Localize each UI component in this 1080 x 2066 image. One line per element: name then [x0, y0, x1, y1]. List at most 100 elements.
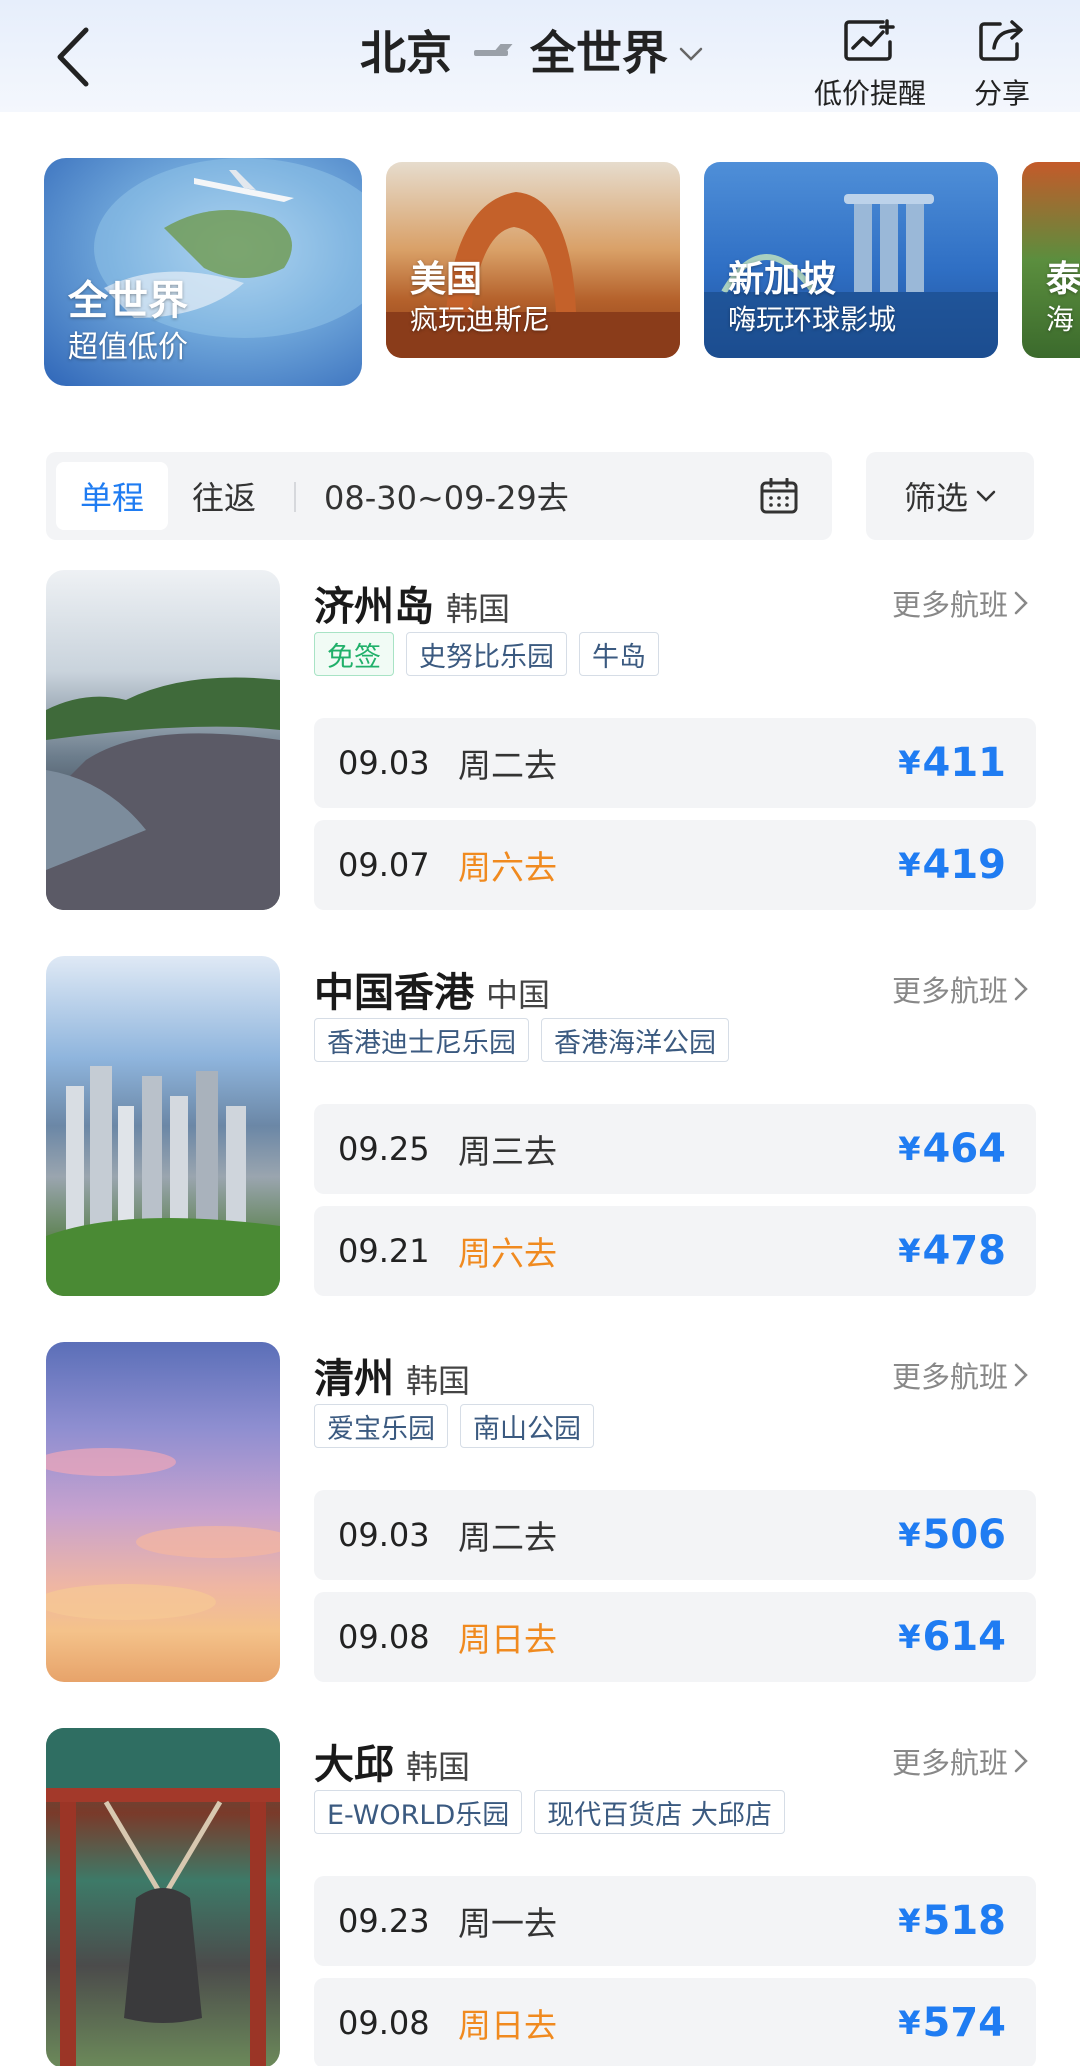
flight-price: ¥506	[898, 1490, 1006, 1580]
destination-title: 大邱 韩国	[314, 1732, 470, 1790]
flight-price: ¥419	[898, 820, 1006, 910]
chevron-right-icon	[1014, 1363, 1028, 1387]
destination-title: 中国香港 中国	[314, 960, 550, 1018]
flight-date: 09.03	[338, 744, 430, 782]
attraction-tag: 现代百货店 大邱店	[534, 1790, 785, 1834]
destination-card[interactable]: 清州 韩国 更多航班 爱宝乐园 南山公园 09.03 周二去 ¥506 09.08…	[46, 1342, 1036, 1682]
visa-free-tag: 免签	[314, 632, 394, 676]
tag-list: 爱宝乐园 南山公园	[314, 1404, 594, 1448]
flight-option[interactable]: 09.03 周二去 ¥411	[314, 718, 1036, 808]
banner-card-thailand[interactable]: 泰 海	[1022, 162, 1080, 358]
filter-button[interactable]: 筛选	[866, 452, 1034, 540]
banner-title: 全世界	[68, 278, 188, 324]
share-label: 分享	[974, 77, 1031, 110]
destination-photo	[46, 1342, 280, 1682]
price-value: 411	[922, 740, 1007, 786]
flight-option[interactable]: 09.07 周六去 ¥419	[314, 820, 1036, 910]
currency-symbol: ¥	[898, 744, 921, 782]
more-flights-label: 更多航班	[891, 974, 1008, 1008]
tab-round-trip[interactable]: 往返	[192, 462, 256, 530]
more-flights-link[interactable]: 更多航班	[892, 1354, 1028, 1396]
filter-label: 筛选	[903, 479, 968, 517]
chevron-right-icon	[1014, 977, 1028, 1001]
flight-date: 09.03	[338, 1516, 430, 1554]
destination-card[interactable]: 大邱 韩国 更多航班 E-WORLD乐园 现代百货店 大邱店 09.23 周一去 …	[46, 1728, 1036, 2066]
flight-weekday: 周六去	[458, 848, 557, 887]
banner-card-usa[interactable]: 美国 疯玩迪斯尼	[386, 162, 680, 358]
flight-price: ¥478	[898, 1206, 1006, 1296]
country-name: 中国	[486, 976, 551, 1014]
flight-option[interactable]: 09.25 周三去 ¥464	[314, 1104, 1036, 1194]
banner-card-world[interactable]: 全世界 超值低价	[44, 158, 362, 386]
attraction-tag: 南山公园	[460, 1404, 594, 1448]
currency-symbol: ¥	[898, 1130, 921, 1168]
destination-banner-carousel[interactable]: 全世界 超值低价 美国 疯玩迪斯尼 新加坡 嗨玩环球影城 泰 海	[0, 128, 1080, 400]
banner-subtitle: 超值低价	[68, 330, 188, 365]
flight-price: ¥574	[898, 1978, 1006, 2066]
city-skyline-image	[46, 1066, 280, 1296]
flight-price: ¥518	[898, 1876, 1006, 1966]
date-range[interactable]: 08-30~09-29去	[324, 462, 569, 530]
price-chart-icon	[844, 19, 895, 61]
chevron-right-icon	[1014, 1749, 1028, 1773]
currency-symbol: ¥	[898, 846, 921, 884]
flight-date: 09.21	[338, 1232, 430, 1270]
flight-date: 09.23	[338, 1902, 430, 1940]
banner-title: 美国	[410, 259, 483, 300]
city-name: 中国香港	[314, 970, 474, 1016]
banner-subtitle: 嗨玩环球影城	[728, 303, 897, 336]
flight-option[interactable]: 09.21 周六去 ¥478	[314, 1206, 1036, 1296]
flight-date: 09.08	[338, 1618, 430, 1656]
price-alert-button[interactable]: 低价提醒	[814, 18, 926, 112]
country-name: 韩国	[446, 590, 511, 628]
chevron-left-icon	[57, 27, 89, 87]
destination-photo	[46, 956, 280, 1296]
share-button[interactable]: 分享	[974, 18, 1030, 112]
banner-card-singapore[interactable]: 新加坡 嗨玩环球影城	[704, 162, 998, 358]
route-selector[interactable]: 北京 全世界	[360, 10, 704, 90]
price-value: 574	[922, 2000, 1007, 2046]
top-bar: 北京 全世界 低价提醒 分享	[0, 0, 1080, 112]
flight-option[interactable]: 09.08 周日去 ¥574	[314, 1978, 1036, 2066]
flight-weekday: 周日去	[458, 2006, 557, 2045]
flight-weekday: 周日去	[458, 1620, 557, 1659]
price-alert-label: 低价提醒	[814, 77, 927, 110]
flight-weekday: 周六去	[458, 1234, 557, 1273]
city-name: 清州	[314, 1356, 394, 1402]
price-value: 464	[922, 1126, 1007, 1172]
destination-city: 全世界	[530, 26, 668, 80]
more-flights-link[interactable]: 更多航班	[892, 582, 1028, 624]
attraction-tag: 香港海洋公园	[541, 1018, 729, 1062]
destination-card[interactable]: 济州岛 韩国 更多航班 免签 史努比乐园 牛岛 09.03 周二去 ¥411 09…	[46, 570, 1036, 910]
destination-card[interactable]: 中国香港 中国 更多航班 香港迪士尼乐园 香港海洋公园 09.25 周三去 ¥46…	[46, 956, 1036, 1296]
trip-filter-bar: 单程 往返 08-30~09-29去	[46, 452, 832, 540]
flight-date: 09.07	[338, 846, 430, 884]
flight-option[interactable]: 09.23 周一去 ¥518	[314, 1876, 1036, 1966]
destination-photo	[46, 1728, 280, 2066]
more-flights-link[interactable]: 更多航班	[892, 968, 1028, 1010]
more-flights-label: 更多航班	[891, 1360, 1008, 1394]
banner-subtitle: 疯玩迪斯尼	[410, 303, 551, 336]
flight-option[interactable]: 09.03 周二去 ¥506	[314, 1490, 1036, 1580]
origin-city: 北京	[360, 26, 452, 80]
share-icon	[979, 20, 1023, 61]
banner-title: 新加坡	[728, 259, 837, 300]
currency-symbol: ¥	[898, 1516, 921, 1554]
price-value: 478	[922, 1228, 1007, 1274]
sunset-sky-image	[46, 1448, 280, 1620]
more-flights-label: 更多航班	[891, 588, 1008, 622]
flight-date: 09.08	[338, 2004, 430, 2042]
coast-rocks-image	[46, 677, 280, 910]
tab-one-way[interactable]: 单程	[56, 462, 168, 530]
flight-option[interactable]: 09.08 周日去 ¥614	[314, 1592, 1036, 1682]
destination-title: 济州岛 韩国	[314, 574, 510, 632]
calendar-icon[interactable]	[760, 478, 798, 514]
destination-title: 清州 韩国	[314, 1346, 470, 1404]
price-value: 419	[922, 842, 1007, 888]
back-button[interactable]	[52, 22, 112, 92]
chevron-down-icon	[976, 490, 996, 502]
city-name: 大邱	[314, 1742, 394, 1788]
tag-list: 免签 史努比乐园 牛岛	[314, 632, 659, 676]
more-flights-link[interactable]: 更多航班	[892, 1740, 1028, 1782]
attraction-tag: E-WORLD乐园	[314, 1790, 523, 1834]
